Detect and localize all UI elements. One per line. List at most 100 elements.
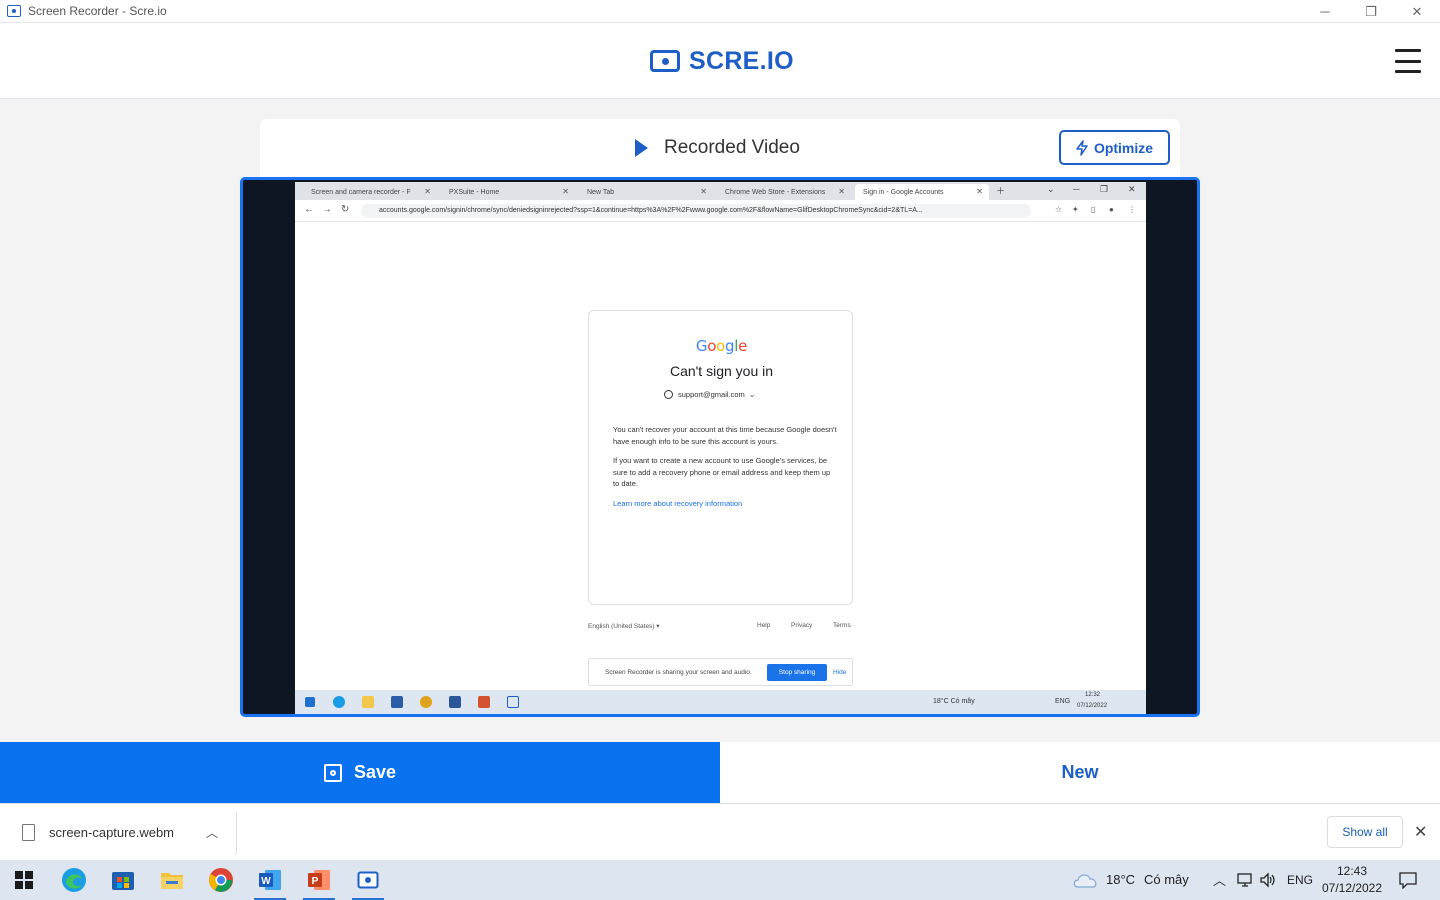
word-icon xyxy=(449,696,461,708)
chevron-up-icon[interactable]: ︿ xyxy=(1213,870,1226,889)
minimize-button[interactable]: ─ xyxy=(1302,0,1348,23)
taskbar-file-explorer[interactable] xyxy=(150,860,194,900)
new-button[interactable]: New xyxy=(720,742,1440,803)
download-bar: screen-capture.webm ︿ Show all ✕ xyxy=(0,803,1440,860)
taskbar-store[interactable] xyxy=(101,860,145,900)
svg-text:P: P xyxy=(312,876,319,887)
account-icon xyxy=(664,389,673,399)
browser-tab-active: Sign in - Google Accounts ✕ xyxy=(855,184,989,200)
video-player[interactable]: Screen and camera recorder - F ✕ PXSuite … xyxy=(240,177,1200,717)
optimize-button[interactable]: Optimize xyxy=(1059,130,1170,165)
video-frame: Screen and camera recorder - F ✕ PXSuite … xyxy=(295,182,1146,714)
window-titlebar: Screen Recorder - Scre.io ─ ❐ ✕ xyxy=(0,0,1440,23)
logo-text: SCRE.IO xyxy=(689,46,794,75)
language-select: English (United States) ▾ xyxy=(588,623,660,630)
clock-date: 07/12/2022 xyxy=(1321,881,1383,895)
screen-recorder-icon xyxy=(7,5,21,17)
help-link: Help xyxy=(757,622,771,629)
taskbar-chrome[interactable] xyxy=(199,860,243,900)
network-icon[interactable] xyxy=(1236,872,1254,888)
sharing-text: Screen Recorder is sharing your screen a… xyxy=(605,669,752,676)
sharing-bar: Screen Recorder is sharing your screen a… xyxy=(588,658,853,686)
edge-icon xyxy=(333,696,345,708)
menu-icon[interactable] xyxy=(1395,49,1421,73)
divider xyxy=(236,812,237,854)
chrome-icon xyxy=(209,868,233,892)
privacy-link: Privacy xyxy=(791,622,813,629)
chevron-up-icon[interactable]: ︿ xyxy=(206,824,218,841)
google-signin-card: Google Can't sign you in support@gmail.c… xyxy=(588,310,853,605)
clock[interactable]: 12:43 07/12/2022 xyxy=(1318,863,1386,897)
close-window-button[interactable]: ✕ xyxy=(1394,0,1440,23)
language-indicator[interactable]: ENG xyxy=(1287,873,1313,887)
windows-icon xyxy=(15,871,33,889)
notification-icon[interactable] xyxy=(1398,871,1418,889)
window-title: Screen Recorder - Scre.io xyxy=(28,4,167,18)
new-label: New xyxy=(1061,762,1099,782)
restore-icon: ❐ xyxy=(1100,184,1109,194)
google-paragraph-1: You can't recover your account at this t… xyxy=(613,425,837,446)
save-label: Save xyxy=(353,762,397,782)
windows-icon xyxy=(305,697,315,707)
screen-recorder-icon xyxy=(507,696,519,708)
windows-taskbar: W P 18°C Có mây ︿ ENG 12:43 07/12/2022 xyxy=(0,860,1440,900)
store-icon xyxy=(112,872,134,890)
close-icon: ✕ xyxy=(1128,184,1136,194)
cloud-icon xyxy=(1073,874,1097,888)
taskbar-powerpoint[interactable]: P xyxy=(297,860,341,900)
screen-recorder-icon xyxy=(357,871,379,889)
recovery-info-link: Learn more about recovery information xyxy=(613,499,743,508)
taskbar-screen-recorder[interactable] xyxy=(346,860,390,900)
start-button[interactable] xyxy=(2,860,46,900)
card-title-text: Recorded Video xyxy=(664,137,800,158)
save-button[interactable]: Save xyxy=(0,742,720,803)
download-file-name[interactable]: screen-capture.webm xyxy=(49,825,174,840)
bookmark-icon: ☆ xyxy=(1055,205,1063,214)
taskbar-edge[interactable] xyxy=(52,860,96,900)
folder-icon xyxy=(362,696,374,708)
play-icon xyxy=(635,139,648,157)
word-icon: W xyxy=(259,870,281,890)
back-icon: ← xyxy=(304,204,314,215)
close-icon[interactable]: ✕ xyxy=(1414,822,1427,842)
clock-time: 12:43 xyxy=(1336,864,1368,878)
screen-record-icon xyxy=(650,50,680,72)
store-icon xyxy=(391,696,403,708)
minimize-icon: ─ xyxy=(1073,184,1080,194)
show-all-button[interactable]: Show all xyxy=(1327,816,1403,848)
sidebar-icon: ▯ xyxy=(1091,205,1096,214)
url-field: accounts.google.com/signin/chrome/sync/d… xyxy=(361,204,1031,218)
card-title: Recorded Video xyxy=(635,137,800,159)
taskbar-word[interactable]: W xyxy=(248,860,292,900)
chrome-icon xyxy=(420,696,432,708)
logo[interactable]: SCRE.IO xyxy=(650,47,794,75)
recorded-time: 12:32 xyxy=(1085,692,1101,698)
more-icon: ⋮ xyxy=(1128,205,1136,214)
lightning-icon xyxy=(1076,139,1088,156)
recorded-lang: ENG xyxy=(1055,698,1071,705)
browser-tab: New Tab ✕ xyxy=(587,187,707,196)
extensions-icon: ✦ xyxy=(1072,205,1079,214)
weather-desc[interactable]: Có mây xyxy=(1144,872,1189,887)
google-logo: Google xyxy=(695,337,748,355)
browser-tab-strip: Screen and camera recorder - F ✕ PXSuite … xyxy=(295,182,1146,200)
app-header: SCRE.IO xyxy=(0,23,1440,99)
forward-icon: → xyxy=(322,204,332,215)
powerpoint-icon: P xyxy=(308,870,330,890)
save-icon xyxy=(323,763,342,782)
file-icon xyxy=(22,824,35,841)
recorded-weather: 18°C Có mây xyxy=(933,698,975,705)
optimize-label: Optimize xyxy=(1093,139,1154,156)
reload-icon: ↻ xyxy=(341,204,350,215)
maximize-button[interactable]: ❐ xyxy=(1348,0,1394,23)
google-title: Can't sign you in xyxy=(669,363,774,379)
recorded-taskbar: 18°C Có mây ENG 12:32 07/12/2022 xyxy=(295,690,1146,714)
browser-tab: Screen and camera recorder - F ✕ xyxy=(311,187,431,196)
edge-icon xyxy=(62,868,86,892)
svg-text:W: W xyxy=(261,876,271,887)
browser-address-bar: ← → ↻ accounts.google.com/signin/chrome/… xyxy=(295,200,1146,222)
tab-search-icon: ⌄ xyxy=(1047,184,1055,194)
volume-icon[interactable] xyxy=(1259,872,1277,888)
browser-tab: Chrome Web Store - Extensions ✕ xyxy=(725,187,845,196)
weather-temp[interactable]: 18°C xyxy=(1106,872,1135,887)
